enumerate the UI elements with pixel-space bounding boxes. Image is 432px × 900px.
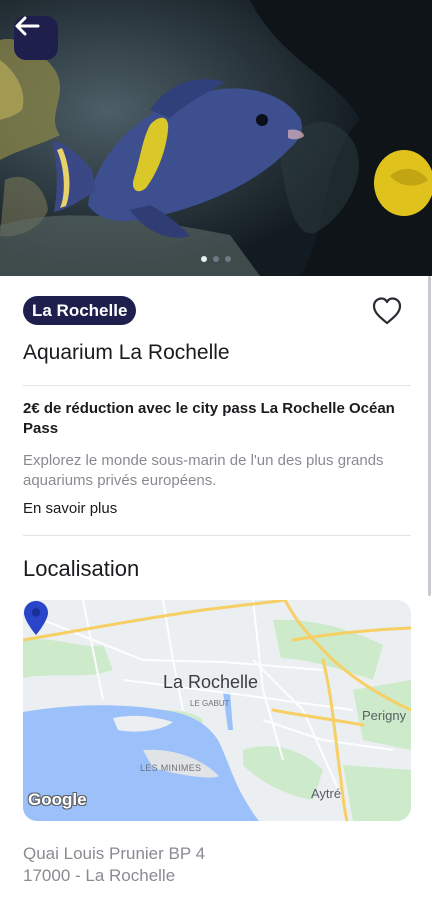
address-line: 17000 - La Rochelle <box>23 866 176 885</box>
hero-image[interactable] <box>0 0 432 276</box>
map-town-label: Aytré <box>311 786 342 801</box>
map-attribution: Google <box>28 790 87 809</box>
carousel-dot[interactable] <box>201 256 207 262</box>
back-button[interactable] <box>14 16 58 60</box>
promo-text: 2€ de réduction avec le city pass La Roc… <box>23 400 395 437</box>
favorite-button[interactable] <box>371 296 403 326</box>
description-text: Explorez le monde sous-marin de l'un des… <box>23 452 384 489</box>
heart-outline-icon <box>372 297 402 325</box>
divider <box>23 535 411 536</box>
carousel-indicator <box>0 256 432 262</box>
map-pin-icon[interactable] <box>23 600 49 636</box>
map-district-label: LES MINIMES <box>140 763 202 773</box>
map-city-label: La Rochelle <box>163 672 259 692</box>
carousel-dot[interactable] <box>213 256 219 262</box>
fish-photo <box>0 0 432 276</box>
more-info-link[interactable]: En savoir plus <box>23 500 117 517</box>
map-town-label: Perigny <box>362 708 407 723</box>
map-district-label: LE GABUT <box>190 699 230 708</box>
divider <box>23 385 411 386</box>
page-title: Aquarium La Rochelle <box>23 341 230 364</box>
location-heading: Localisation <box>23 556 140 581</box>
scrollbar[interactable] <box>428 276 431 596</box>
carousel-dot[interactable] <box>225 256 231 262</box>
map-tiles <box>23 600 411 821</box>
location-map[interactable]: La Rochelle LE GABUT LES MINIMES Perigny… <box>23 600 411 821</box>
arrow-left-icon <box>15 16 40 36</box>
address-line: Quai Louis Prunier BP 4 <box>23 844 206 863</box>
city-badge: La Rochelle <box>23 296 137 325</box>
